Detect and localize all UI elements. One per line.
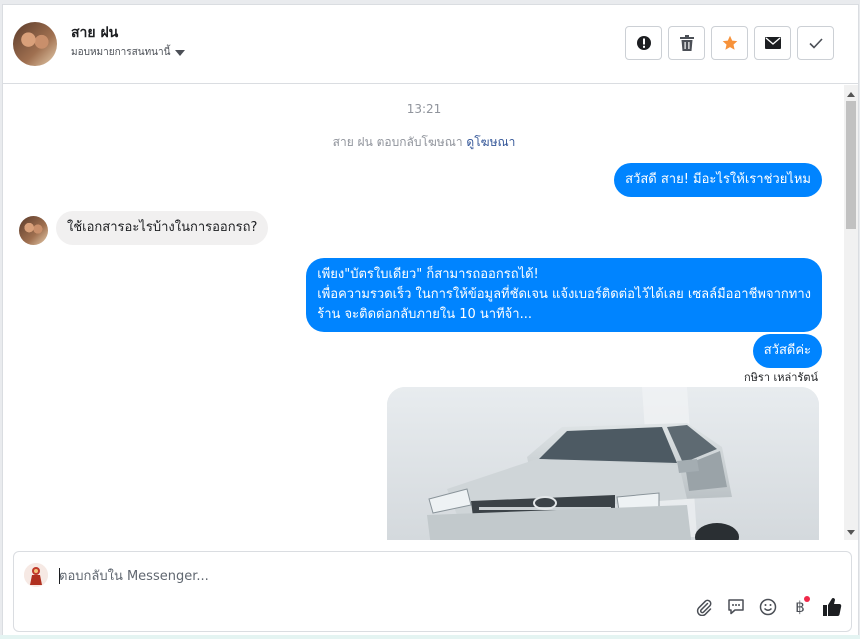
mark-unread-button[interactable] <box>754 26 791 60</box>
done-button[interactable] <box>797 26 834 60</box>
paperclip-icon <box>696 599 712 616</box>
delete-button[interactable] <box>668 26 705 60</box>
conversation-header: สาย ฝน มอบหมายการสนทนานี้ <box>3 5 858 84</box>
thumbs-up-icon <box>823 598 842 617</box>
text-cursor <box>59 568 60 584</box>
message-line: ร้าน จะติดต่อกลับภายใน 10 นาทีจ้า... <box>317 307 532 322</box>
thread-scrollbar[interactable] <box>844 85 858 540</box>
view-ad-link[interactable]: ดูโฆษณา <box>466 135 515 149</box>
contact-name[interactable]: สาย ฝน <box>71 22 118 44</box>
attach-button[interactable] <box>693 596 715 618</box>
message-thread[interactable]: 13:21 สาย ฝน ตอบกลับโฆษณา ดูโฆษณา สวัสดี… <box>3 85 845 540</box>
saved-reply-icon <box>728 599 744 615</box>
ad-reply-text: สาย ฝน ตอบกลับโฆษณา <box>332 135 463 149</box>
message-input[interactable] <box>59 566 659 586</box>
composer-tools: ฿ <box>693 596 843 618</box>
emoji-button[interactable] <box>757 596 779 618</box>
message-bubble-outgoing[interactable]: สวัสดี สาย! มีอะไรให้เราช่วยไหม <box>614 163 822 197</box>
spam-button[interactable] <box>625 26 662 60</box>
message-line: เพียง"บัตรใบเดียว" ก็สามารถออกรถได้! <box>317 267 539 282</box>
contact-avatar[interactable] <box>13 22 57 66</box>
page-avatar <box>24 563 48 587</box>
baht-icon: ฿ <box>795 598 805 616</box>
inbox-conversation-panel: สาย ฝน มอบหมายการสนทนานี้ 13:21 สาย ฝน ต… <box>2 4 859 637</box>
pickup-truck-image <box>387 387 819 540</box>
reply-composer: ฿ <box>13 551 852 632</box>
scroll-up-arrow-icon[interactable] <box>847 92 855 97</box>
saved-replies-button[interactable] <box>725 596 747 618</box>
like-button[interactable] <box>821 596 843 618</box>
image-attachment[interactable] <box>387 387 819 540</box>
scroll-down-arrow-icon[interactable] <box>847 530 855 535</box>
bottom-strip <box>0 635 860 639</box>
contact-avatar-small <box>19 216 48 245</box>
check-icon <box>808 37 823 49</box>
emoji-icon <box>759 598 777 616</box>
header-actions <box>625 26 834 60</box>
star-button[interactable] <box>711 26 748 60</box>
assign-dropdown[interactable]: มอบหมายการสนทนานี้ <box>71 45 186 60</box>
scroll-thumb[interactable] <box>846 101 856 229</box>
message-bubble-outgoing[interactable]: สวัสดีค่ะ <box>752 334 822 368</box>
payment-button[interactable]: ฿ <box>789 596 811 618</box>
message-bubble-outgoing[interactable]: เพียง"บัตรใบเดียว" ก็สามารถออกรถได้! เพื… <box>306 258 822 332</box>
exclamation-icon <box>636 36 651 50</box>
message-line: เพื่อความรวดเร็ว ในการให้ข้อมูลที่ชัดเจน… <box>317 287 811 302</box>
ad-reply-notice: สาย ฝน ตอบกลับโฆษณา ดูโฆษณา <box>3 133 845 152</box>
notification-dot <box>804 596 810 602</box>
message-timestamp: 13:21 <box>406 102 442 116</box>
trash-icon <box>679 35 694 51</box>
caret-down-icon <box>175 49 186 56</box>
assign-label: มอบหมายการสนทนานี้ <box>71 47 171 58</box>
star-icon <box>722 35 737 50</box>
envelope-icon <box>764 37 781 49</box>
sender-name: กษิรา เหล่ารัตน์ <box>744 371 818 384</box>
message-bubble-incoming[interactable]: ใช้เอกสารอะไรบ้างในการออกรถ? <box>56 211 269 245</box>
